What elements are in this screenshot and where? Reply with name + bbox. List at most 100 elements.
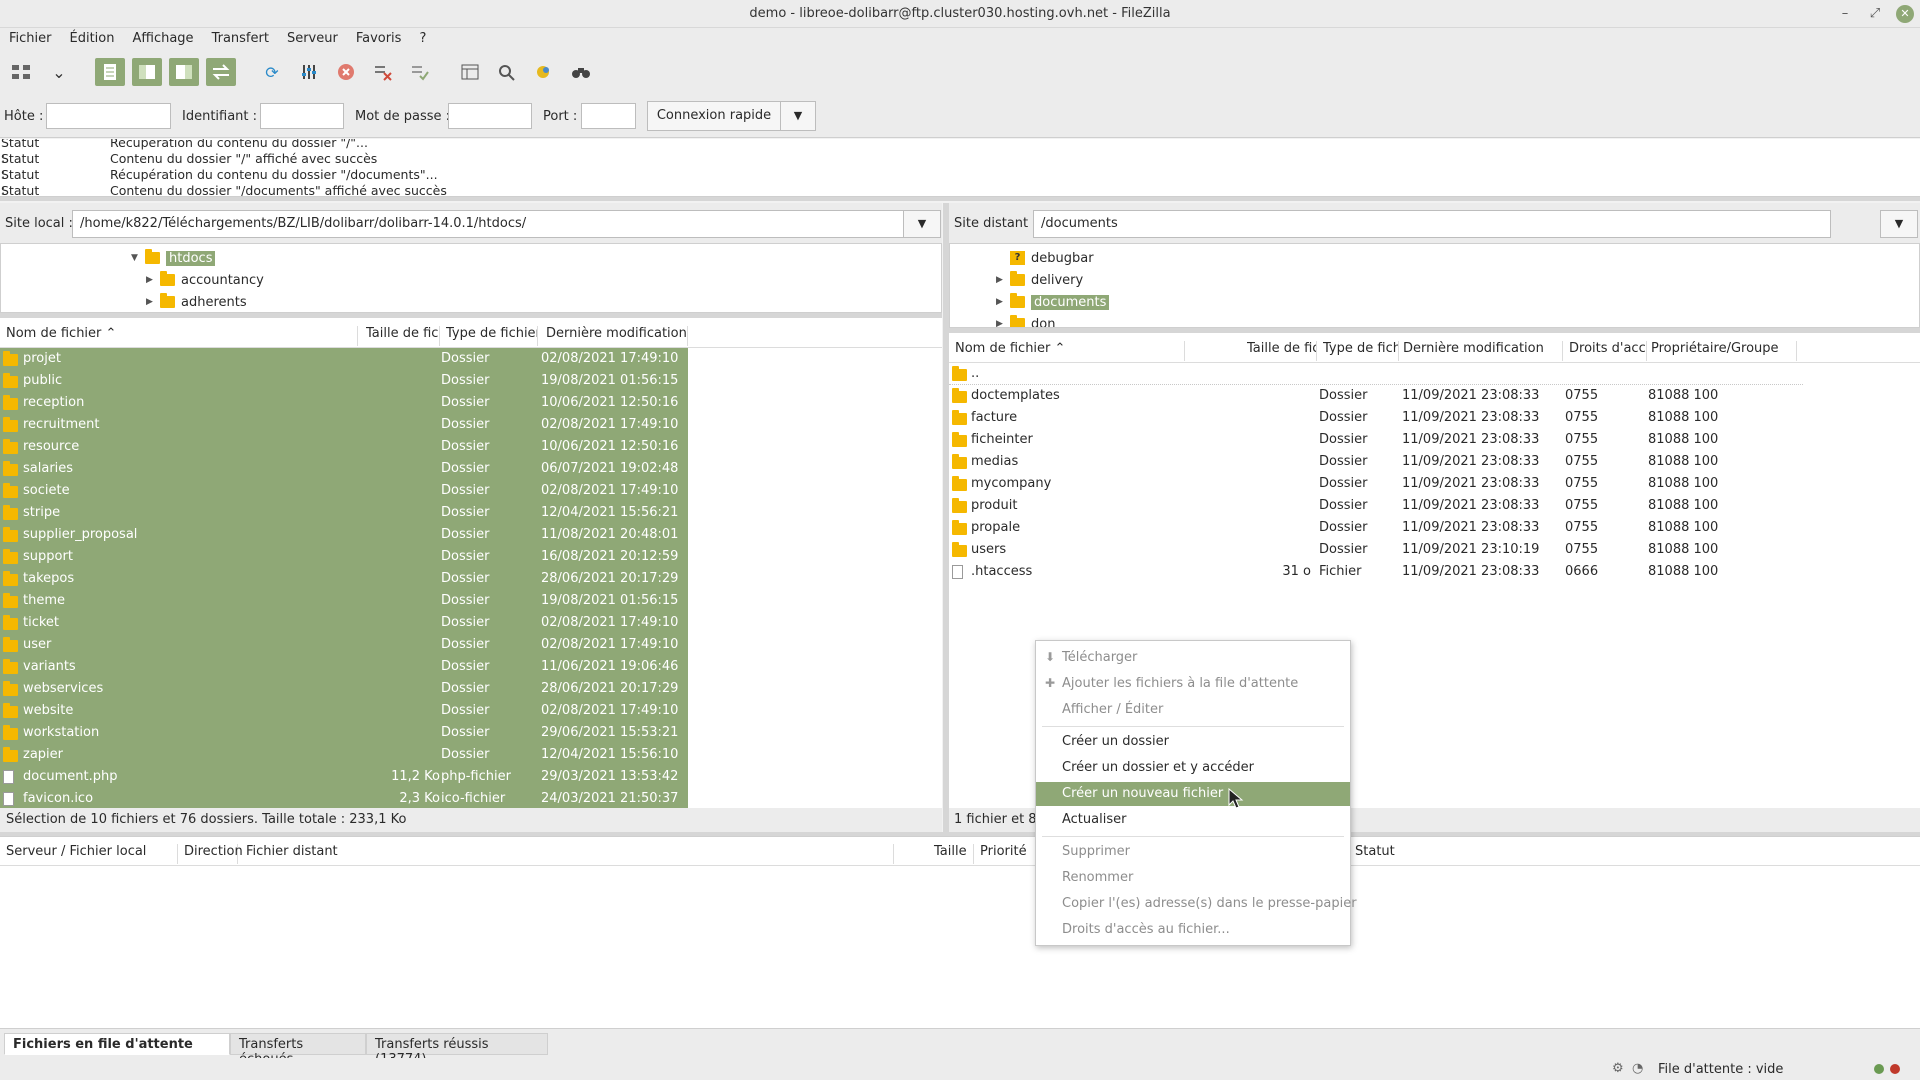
speed-limit-icon[interactable]: ◔: [1632, 1061, 1643, 1076]
search-icon[interactable]: [492, 58, 522, 86]
port-input[interactable]: [581, 103, 636, 129]
remote-file-row[interactable]: propale Dossier 11/09/2021 23:08:33 0755 810…: [949, 517, 1920, 539]
local-file-row[interactable]: public Dossier 19/08/2021 01:56:15: [0, 370, 688, 392]
column-remote-file[interactable]: Fichier distant: [246, 844, 894, 864]
local-file-row[interactable]: theme Dossier 19/08/2021 01:56:15: [0, 590, 688, 612]
remote-path-dropdown[interactable]: ▼: [1880, 210, 1918, 238]
remote-path-input[interactable]: /documents: [1033, 210, 1831, 238]
local-file-row[interactable]: website Dossier 02/08/2021 17:49:10: [0, 700, 688, 722]
column-modified[interactable]: Dernière modification: [546, 326, 688, 346]
menu-edition[interactable]: Édition: [61, 28, 124, 46]
local-file-row[interactable]: projet Dossier 02/08/2021 17:49:10: [0, 348, 688, 370]
tree-node-delivery[interactable]: ▶ delivery: [996, 270, 1083, 290]
menu-transfert[interactable]: Transfert: [203, 28, 278, 46]
column-permissions[interactable]: Droits d'accès: [1569, 341, 1647, 361]
gear-icon[interactable]: ⚙: [1612, 1061, 1624, 1076]
tab-failed-transfers[interactable]: Transferts échoués: [230, 1033, 366, 1067]
local-tree-toggle-icon[interactable]: [132, 58, 162, 86]
local-file-row[interactable]: user Dossier 02/08/2021 17:49:10: [0, 634, 688, 656]
column-status[interactable]: Statut: [1355, 844, 1415, 864]
restore-icon[interactable]: ⤢: [1866, 5, 1884, 23]
local-file-row[interactable]: resource Dossier 10/06/2021 12:50:16: [0, 436, 688, 458]
column-filetype[interactable]: Type de fichier: [446, 326, 538, 346]
close-icon[interactable]: ✕: [1896, 5, 1914, 23]
column-modified[interactable]: Dernière modification: [1403, 341, 1563, 361]
column-filename[interactable]: Nom de fichier ⌃: [6, 326, 358, 346]
column-filetype[interactable]: Type de fichier: [1323, 341, 1399, 361]
remote-file-row[interactable]: ficheinter Dossier 11/09/2021 23:08:33 0755…: [949, 429, 1920, 451]
chevron-down-icon[interactable]: ⌄: [44, 58, 74, 86]
remote-file-row[interactable]: medias Dossier 11/09/2021 23:08:33 0755 8108…: [949, 451, 1920, 473]
column-priority[interactable]: Priorité: [980, 844, 1036, 864]
menu-item-creer-un-dossier-et-y-acceder[interactable]: Créer un dossier et y accéder: [1036, 756, 1350, 780]
queue-list[interactable]: [0, 866, 1920, 1028]
user-input[interactable]: [260, 103, 344, 129]
cancel-icon[interactable]: [331, 58, 361, 86]
tree-node-adherents[interactable]: ▶ adherents: [146, 292, 247, 312]
column-direction[interactable]: Direction: [184, 844, 243, 864]
local-file-row[interactable]: societe Dossier 02/08/2021 17:49:10: [0, 480, 688, 502]
refresh-icon[interactable]: ⟳: [257, 58, 287, 86]
transfer-queue-toggle-icon[interactable]: [206, 58, 236, 86]
local-file-row[interactable]: supplier_proposal Dossier 11/08/2021 20:48…: [0, 524, 688, 546]
menu-item-telecharger[interactable]: ⬇ Télécharger: [1036, 646, 1350, 670]
tree-node-htdocs[interactable]: ▼ htdocs: [131, 248, 216, 268]
local-file-row[interactable]: recruitment Dossier 02/08/2021 17:49:10: [0, 414, 688, 436]
tab-successful-transfers[interactable]: Transferts réussis (13774): [366, 1033, 548, 1067]
local-file-row[interactable]: variants Dossier 11/06/2021 19:06:46: [0, 656, 688, 678]
menu-item-creer-un-dossier[interactable]: Créer un dossier: [1036, 730, 1350, 754]
binoculars-icon[interactable]: [566, 58, 596, 86]
tree-node-documents[interactable]: ▶ documents: [996, 292, 1110, 312]
menu-affichage[interactable]: Affichage: [123, 28, 202, 46]
quickconnect-history-dropdown[interactable]: ▼: [780, 101, 816, 131]
tab-queued-files[interactable]: Fichiers en file d'attente: [4, 1033, 230, 1055]
menu-item-actualiser[interactable]: Actualiser: [1036, 808, 1350, 832]
minimize-icon[interactable]: –: [1836, 5, 1854, 23]
remote-file-row[interactable]: facture Dossier 11/09/2021 23:08:33 0755 810…: [949, 407, 1920, 429]
reconnect-icon[interactable]: [405, 58, 435, 86]
tree-node-accountancy[interactable]: ▶ accountancy: [146, 270, 264, 290]
disconnect-icon[interactable]: [368, 58, 398, 86]
password-input[interactable]: [448, 103, 532, 129]
remote-file-row[interactable]: users Dossier 11/09/2021 23:10:19 0755 81088…: [949, 539, 1920, 561]
local-file-row[interactable]: ticket Dossier 02/08/2021 17:49:10: [0, 612, 688, 634]
local-file-row[interactable]: salaries Dossier 06/07/2021 19:02:48: [0, 458, 688, 480]
menu-serveur[interactable]: Serveur: [278, 28, 347, 46]
local-file-row[interactable]: workstation Dossier 29/06/2021 15:53:21: [0, 722, 688, 744]
menu-item-creer-un-nouveau-fichier[interactable]: Créer un nouveau fichier: [1036, 782, 1350, 806]
remote-file-row[interactable]: produit Dossier 11/09/2021 23:08:33 0755 810…: [949, 495, 1920, 517]
local-file-row[interactable]: support Dossier 16/08/2021 20:12:59: [0, 546, 688, 568]
host-input[interactable]: [46, 103, 171, 129]
column-filesize[interactable]: Taille de fichier: [1247, 341, 1317, 361]
column-filesize[interactable]: Taille de fichier: [366, 326, 440, 346]
local-file-row[interactable]: document.php 11,2 Ko php-fichier 29/03/2021…: [0, 766, 688, 788]
local-path-dropdown[interactable]: ▼: [903, 210, 941, 238]
horizontal-splitter[interactable]: [0, 197, 1920, 201]
menu-item-copier-l-es-adresse-s-dans-le-presse-papier[interactable]: Copier l'(es) adresse(s) dans le presse-…: [1036, 892, 1357, 916]
menu-item-renommer[interactable]: Renommer: [1036, 866, 1350, 890]
menu-item-afficher-editer[interactable]: Afficher / Éditer: [1036, 698, 1350, 722]
remote-file-row[interactable]: ..: [949, 363, 1803, 385]
local-file-row[interactable]: webservices Dossier 28/06/2021 20:17:29: [0, 678, 688, 700]
column-size[interactable]: Taille: [934, 844, 974, 864]
column-filename[interactable]: Nom de fichier ⌃: [955, 341, 1185, 361]
local-file-list[interactable]: projet Dossier 02/08/2021 17:49:10 public Do…: [0, 348, 942, 808]
filter-icon[interactable]: [294, 58, 324, 86]
remote-tree-toggle-icon[interactable]: [169, 58, 199, 86]
message-log-toggle-icon[interactable]: [95, 58, 125, 86]
local-path-input[interactable]: /home/k822/Téléchargements/BZ/LIB/doliba…: [72, 210, 904, 238]
message-log[interactable]: Statut : Récupération du contenu du dossi…: [0, 139, 1920, 197]
menu-item-ajouter-les-fichiers-a-la-file-d-attente[interactable]: ✚ Ajouter les fichiers à la file d'attent…: [1036, 672, 1350, 696]
menu-item-droits-d-acces-au-fichier[interactable]: Droits d'accès au fichier...: [1036, 918, 1350, 942]
local-file-row[interactable]: reception Dossier 10/06/2021 12:50:16: [0, 392, 688, 414]
quickconnect-button[interactable]: Connexion rapide: [647, 101, 781, 131]
column-server-local[interactable]: Serveur / Fichier local: [6, 844, 178, 864]
remote-file-row[interactable]: .htaccess 31 o Fichier 11/09/2021 23:08:33 0…: [949, 561, 1920, 583]
menu-help[interactable]: ?: [410, 28, 435, 46]
local-file-row[interactable]: stripe Dossier 12/04/2021 15:56:21: [0, 502, 688, 524]
remote-directory-tree[interactable]: ? debugbar ▶ delivery ▶ documents ▶ don: [949, 243, 1920, 328]
directory-listing-icon[interactable]: [455, 58, 485, 86]
menu-favoris[interactable]: Favoris: [347, 28, 411, 46]
remote-file-row[interactable]: doctemplates Dossier 11/09/2021 23:08:33 07…: [949, 385, 1920, 407]
tree-node-debugbar[interactable]: ? debugbar: [996, 248, 1094, 268]
